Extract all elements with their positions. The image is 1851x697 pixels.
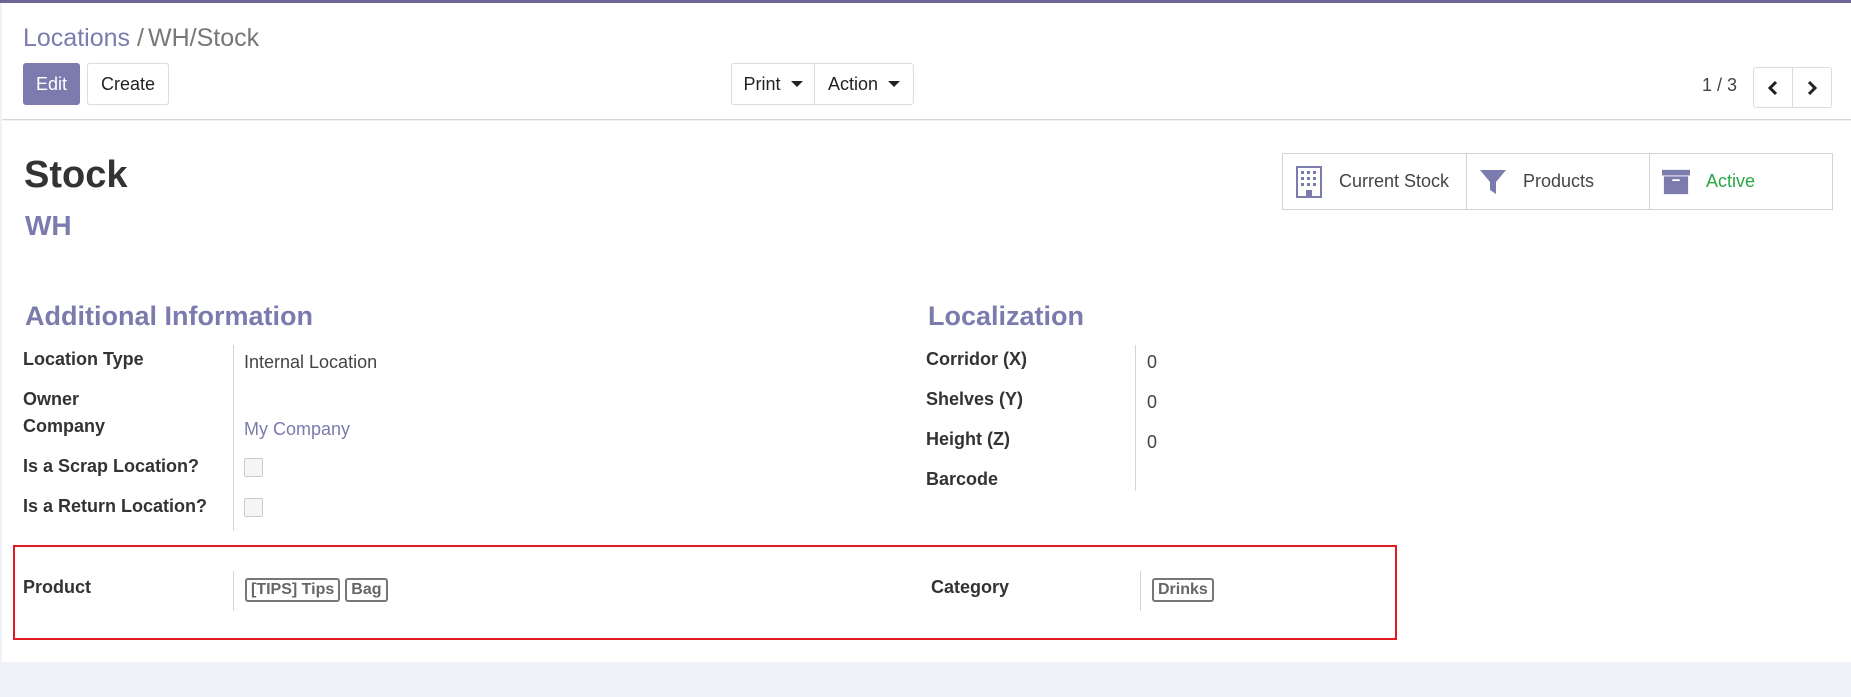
additional-information-heading: Additional Information bbox=[25, 301, 313, 331]
owner-label: Owner bbox=[23, 389, 80, 409]
active-toggle-button[interactable]: Active bbox=[1649, 154, 1832, 209]
field-divider bbox=[233, 345, 234, 531]
action-dropdown-button[interactable]: Action bbox=[814, 63, 914, 105]
building-icon bbox=[1295, 165, 1323, 198]
filter-icon bbox=[1479, 166, 1507, 198]
form-sheet: Stock WH Current Stock Products Active A… bbox=[2, 121, 1851, 662]
category-tag[interactable]: Drinks bbox=[1152, 578, 1214, 602]
category-label: Category bbox=[931, 577, 1010, 597]
current-stock-label: Current Stock bbox=[1339, 171, 1450, 191]
return-location-label: Is a Return Location? bbox=[23, 496, 208, 516]
product-tag[interactable]: Bag bbox=[345, 578, 388, 602]
product-label: Product bbox=[23, 577, 92, 597]
category-tags[interactable]: Drinks bbox=[1152, 578, 1219, 602]
chevron-left-icon bbox=[1767, 80, 1778, 95]
record-parent-location: WH bbox=[25, 210, 72, 241]
company-label: Company bbox=[23, 416, 106, 436]
product-tags[interactable]: [TIPS] Tips Bag bbox=[245, 578, 393, 602]
shelves-value: 0 bbox=[1147, 392, 1158, 412]
current-stock-button[interactable]: Current Stock bbox=[1283, 154, 1466, 209]
breadcrumb-current: WH/Stock bbox=[147, 24, 260, 52]
location-type-label: Location Type bbox=[23, 349, 144, 369]
breadcrumb: Locations / WH/Stock bbox=[23, 24, 259, 53]
print-dropdown-button[interactable]: Print bbox=[731, 63, 815, 105]
record-title: Stock bbox=[24, 154, 128, 196]
barcode-label: Barcode bbox=[926, 469, 999, 489]
scrap-location-label: Is a Scrap Location? bbox=[23, 456, 200, 476]
field-divider bbox=[233, 571, 234, 611]
field-divider bbox=[1135, 345, 1136, 491]
pager-value[interactable]: 1 / 3 bbox=[1702, 75, 1737, 96]
archive-icon bbox=[1662, 166, 1690, 198]
corridor-label: Corridor (X) bbox=[926, 349, 1027, 369]
edit-button[interactable]: Edit bbox=[23, 63, 80, 105]
height-label: Height (Z) bbox=[926, 429, 1010, 449]
chevron-right-icon bbox=[1807, 80, 1818, 95]
company-link[interactable]: My Company bbox=[244, 419, 350, 440]
corridor-value: 0 bbox=[1147, 352, 1158, 372]
create-button[interactable]: Create bbox=[87, 63, 169, 105]
caret-down-icon bbox=[790, 81, 803, 87]
height-value: 0 bbox=[1147, 432, 1158, 452]
products-label: Products bbox=[1523, 171, 1595, 191]
active-label: Active bbox=[1706, 171, 1756, 191]
pager-next-button[interactable] bbox=[1792, 67, 1832, 108]
print-label: Print bbox=[743, 73, 781, 94]
field-divider bbox=[1140, 571, 1141, 611]
action-label: Action bbox=[827, 73, 879, 94]
scrap-location-checkbox[interactable] bbox=[244, 458, 263, 477]
caret-down-icon bbox=[888, 81, 901, 87]
products-button[interactable]: Products bbox=[1466, 154, 1649, 209]
breadcrumb-locations-link[interactable]: Locations bbox=[23, 24, 130, 52]
control-panel: Locations / WH/Stock Edit Create Print Act… bbox=[2, 3, 1851, 120]
localization-heading: Localization bbox=[928, 301, 1085, 331]
return-location-checkbox[interactable] bbox=[244, 498, 263, 517]
location-type-value: Internal Location bbox=[244, 352, 378, 372]
shelves-label: Shelves (Y) bbox=[926, 389, 1024, 409]
pager-previous-button[interactable] bbox=[1753, 67, 1793, 108]
product-tag[interactable]: [TIPS] Tips bbox=[245, 578, 341, 602]
breadcrumb-separator: / bbox=[137, 24, 144, 52]
smart-button-box: Current Stock Products Active bbox=[1282, 153, 1833, 210]
